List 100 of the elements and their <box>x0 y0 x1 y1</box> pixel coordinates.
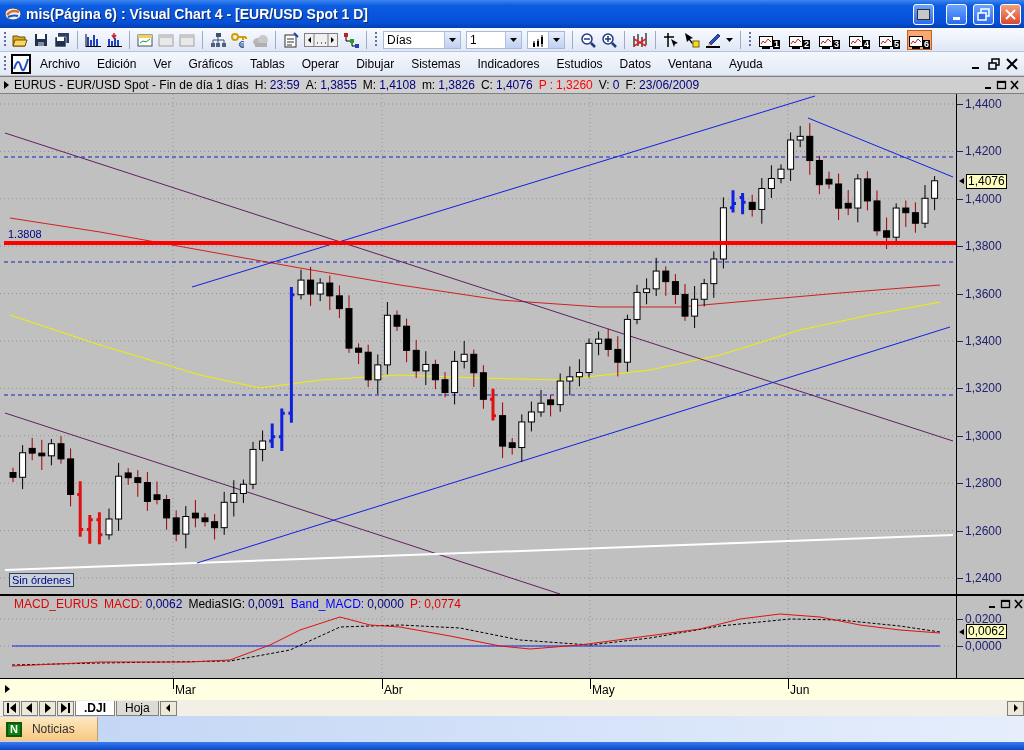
readout-label: m: <box>421 78 436 92</box>
readout-value: 23:59 <box>269 78 300 92</box>
restore-button[interactable] <box>988 57 1000 70</box>
menu-item[interactable]: Datos <box>610 56 659 71</box>
bar-chart-icon[interactable] <box>85 31 101 48</box>
menu-item[interactable]: Tablas <box>241 56 293 71</box>
close-button[interactable] <box>1009 80 1020 90</box>
candlestick <box>201 512 209 527</box>
readout-label: V: <box>598 78 610 92</box>
monitor-icon <box>789 35 803 49</box>
maximize-button[interactable] <box>1000 599 1011 609</box>
monitor-icon <box>909 35 924 49</box>
pen-icon[interactable] <box>705 31 721 48</box>
pointer-icon <box>959 629 964 635</box>
zoom-in-icon[interactable] <box>601 31 617 48</box>
pointer-icon[interactable] <box>684 31 700 48</box>
candlestick <box>153 481 161 505</box>
axis-label: 1,3200 <box>965 381 1002 396</box>
expand-arrow-icon[interactable] <box>4 81 9 89</box>
first-arrow-icon <box>7 703 16 713</box>
period-dropdown[interactable]: Días <box>383 30 461 49</box>
readout-value: 0,0062 <box>145 597 183 611</box>
menu-item[interactable]: Indicadores <box>468 56 548 71</box>
bar-chart-icon[interactable] <box>106 31 122 48</box>
sheet-tab[interactable]: .DJI <box>75 700 115 716</box>
readout-label: MACD: <box>104 597 143 611</box>
axis-label: 1,3000 <box>965 428 1002 443</box>
menu-item[interactable]: Operar <box>292 56 348 71</box>
menu-item[interactable]: Ventana <box>658 56 720 71</box>
readout-value: 1,3855 <box>320 78 357 92</box>
candlestick <box>259 430 267 462</box>
close-button[interactable] <box>1006 57 1018 70</box>
expand-arrow-icon[interactable] <box>5 685 10 693</box>
candlestick <box>777 163 785 184</box>
crosshair-icon[interactable] <box>663 31 679 48</box>
layout-button[interactable]: 2 <box>787 29 813 50</box>
readout-value: 1,3826 <box>438 78 475 92</box>
sheet-icon[interactable] <box>137 31 153 48</box>
next-button[interactable] <box>39 700 56 716</box>
readout-label: MediaSIG: <box>188 597 246 611</box>
close-button[interactable] <box>1013 599 1024 609</box>
sheet-tab[interactable]: Hoja <box>116 700 159 716</box>
save-icon[interactable] <box>33 31 49 48</box>
monitor-icon <box>849 35 864 49</box>
scroll-control-icon[interactable] <box>304 30 338 49</box>
price-bar <box>738 191 748 216</box>
axis-label: 1,4200 <box>965 144 1002 159</box>
menu-item[interactable]: Sistemas <box>402 56 469 71</box>
menu-item[interactable]: Edición <box>88 56 145 71</box>
candlestick <box>931 175 939 211</box>
candlestick <box>249 441 257 490</box>
scroll-left-button[interactable] <box>159 700 177 716</box>
tree-icon[interactable] <box>343 31 359 48</box>
axis-label: 1,3600 <box>965 286 1002 301</box>
layout-toggle-button[interactable] <box>913 3 934 25</box>
menu-item[interactable]: Dibujar <box>347 56 403 71</box>
first-button[interactable] <box>3 700 20 716</box>
readout-label: M: <box>362 78 377 92</box>
pointer-icon <box>959 177 964 184</box>
readout-value: 0 <box>612 78 620 92</box>
candlestick <box>67 448 75 507</box>
bars-cross-icon[interactable] <box>632 31 648 48</box>
interval-dropdown[interactable]: 1 <box>466 30 522 49</box>
layout-button[interactable]: 6 <box>907 29 933 50</box>
candlestick <box>9 467 17 483</box>
menu-item[interactable]: Ayuda <box>720 56 771 71</box>
zoom-out-icon[interactable] <box>580 31 596 48</box>
price-bar <box>488 387 498 422</box>
menu-item[interactable]: Gráficos <box>179 56 242 71</box>
menu-item[interactable]: Archivo <box>31 56 88 71</box>
menu-item[interactable]: Ver <box>144 56 180 71</box>
candlestick <box>633 284 641 325</box>
previous-button[interactable] <box>21 700 38 716</box>
level-label: 1.3808 <box>8 228 42 240</box>
chart-type-dropdown[interactable] <box>527 30 565 49</box>
monitor-icon <box>819 35 834 49</box>
caret-icon[interactable] <box>726 37 733 42</box>
window-title: mis(Página 6) : Visual Chart 4 - [EUR/USD Spot 1 D] <box>26 6 370 22</box>
layout-button[interactable]: 1 <box>757 29 782 50</box>
minimize-icon <box>953 16 960 20</box>
taskbar-button[interactable]: N Noticias <box>0 717 98 741</box>
maximize-button[interactable] <box>996 80 1007 90</box>
candlestick <box>345 294 353 354</box>
scroll-right-button[interactable] <box>1007 700 1024 716</box>
layout-button[interactable]: 3 <box>817 29 843 50</box>
candlestick <box>748 194 756 218</box>
readout-value: 0,0000 <box>367 597 404 611</box>
layout-button[interactable]: 4 <box>847 29 873 50</box>
close-icon <box>1004 7 1017 21</box>
price-readout: 1,4076 <box>966 173 1007 189</box>
menu-item[interactable]: Estudios <box>547 56 611 71</box>
save-all-icon[interactable] <box>54 31 70 48</box>
properties-icon[interactable] <box>283 31 299 48</box>
last-button[interactable] <box>57 700 74 716</box>
network-icon[interactable] <box>210 31 226 48</box>
key-icon[interactable] <box>231 31 247 48</box>
candlestick <box>393 310 401 332</box>
layout-button[interactable]: 5 <box>877 29 903 50</box>
chart-app-icon[interactable] <box>11 53 31 74</box>
app-icon <box>4 6 22 22</box>
